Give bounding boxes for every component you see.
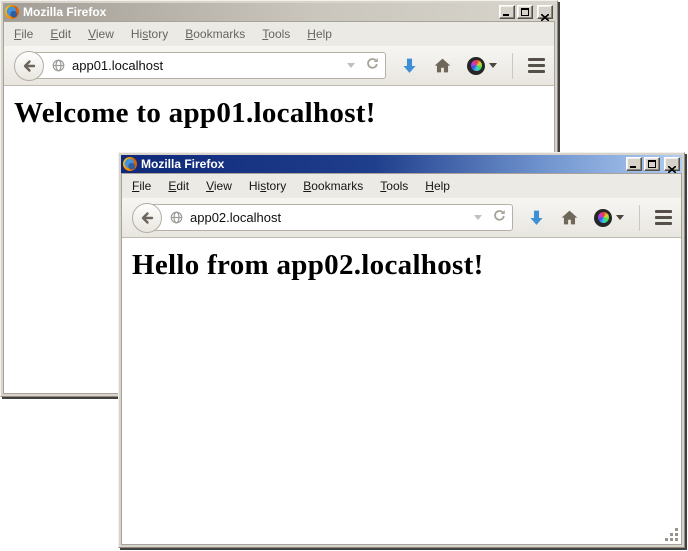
addon-caret-icon bbox=[489, 63, 497, 68]
page-heading: Welcome to app01.localhost! bbox=[4, 97, 554, 130]
menu-item-tools[interactable]: Tools bbox=[262, 27, 290, 41]
home-icon bbox=[433, 57, 452, 74]
download-icon bbox=[401, 57, 418, 75]
menu-item-history[interactable]: History bbox=[249, 179, 286, 193]
addon-button[interactable] bbox=[594, 209, 624, 227]
toolbar-separator bbox=[639, 205, 640, 231]
close-icon bbox=[541, 9, 549, 24]
addon-caret-icon bbox=[616, 215, 624, 220]
minimize-icon bbox=[503, 14, 509, 16]
menu-item-file[interactable]: File bbox=[14, 27, 33, 41]
window-title: Mozilla Firefox bbox=[141, 157, 622, 171]
menu-item-view[interactable]: View bbox=[88, 27, 114, 41]
maximize-button[interactable] bbox=[517, 5, 533, 19]
reload-button[interactable] bbox=[492, 208, 507, 228]
url-dropdown-icon[interactable] bbox=[347, 63, 355, 68]
download-icon bbox=[528, 209, 545, 227]
toolbar-separator bbox=[512, 53, 513, 79]
url-dropdown-icon[interactable] bbox=[474, 215, 482, 220]
url-bar[interactable]: app02.localhost bbox=[147, 204, 513, 231]
browser-window-app02: Mozilla Firefox File Edit View History Bookm… bbox=[118, 152, 685, 548]
minimize-icon bbox=[630, 166, 636, 168]
url-bar[interactable]: app01.localhost bbox=[29, 52, 386, 79]
menu-item-edit[interactable]: Edit bbox=[168, 179, 189, 193]
back-arrow-icon bbox=[21, 58, 37, 74]
reload-button[interactable] bbox=[365, 56, 380, 76]
maximize-icon bbox=[521, 8, 529, 16]
page-heading: Hello from app02.localhost! bbox=[122, 249, 681, 282]
back-button[interactable] bbox=[132, 203, 162, 233]
color-wheel-icon bbox=[467, 57, 485, 75]
close-icon bbox=[668, 161, 676, 176]
titlebar[interactable]: Mozilla Firefox bbox=[121, 155, 682, 173]
home-button[interactable] bbox=[560, 209, 579, 226]
home-button[interactable] bbox=[433, 57, 452, 74]
navigation-toolbar: app02.localhost bbox=[122, 198, 681, 238]
home-icon bbox=[560, 209, 579, 226]
maximize-icon bbox=[648, 160, 656, 168]
menu-item-view[interactable]: View bbox=[206, 179, 232, 193]
globe-icon[interactable] bbox=[51, 58, 66, 73]
back-arrow-icon bbox=[139, 210, 155, 226]
globe-icon[interactable] bbox=[169, 210, 184, 225]
url-input[interactable]: app01.localhost bbox=[72, 58, 341, 73]
menu-item-bookmarks[interactable]: Bookmarks bbox=[303, 179, 363, 193]
maximize-button[interactable] bbox=[644, 157, 660, 171]
menu-item-file[interactable]: File bbox=[132, 179, 151, 193]
back-button[interactable] bbox=[14, 51, 44, 81]
menu-item-history[interactable]: History bbox=[131, 27, 168, 41]
window-title: Mozilla Firefox bbox=[23, 5, 495, 19]
window-controls bbox=[626, 157, 680, 171]
download-button[interactable] bbox=[401, 57, 418, 75]
menu-bar: File Edit View History Bookmarks Tools Help bbox=[4, 22, 554, 46]
url-input[interactable]: app02.localhost bbox=[190, 210, 468, 225]
color-wheel-icon bbox=[594, 209, 612, 227]
close-button[interactable] bbox=[664, 157, 680, 171]
resize-grip[interactable] bbox=[665, 528, 679, 542]
download-button[interactable] bbox=[528, 209, 545, 227]
minimize-button[interactable] bbox=[499, 5, 515, 19]
navigation-toolbar: app01.localhost bbox=[4, 46, 554, 86]
app-menu-button[interactable] bbox=[528, 58, 545, 73]
menu-item-help[interactable]: Help bbox=[425, 179, 450, 193]
minimize-button[interactable] bbox=[626, 157, 642, 171]
addon-button[interactable] bbox=[467, 57, 497, 75]
firefox-icon[interactable] bbox=[5, 5, 19, 19]
page-content: Hello from app02.localhost! bbox=[122, 238, 681, 544]
close-button[interactable] bbox=[537, 5, 553, 19]
menu-item-help[interactable]: Help bbox=[307, 27, 332, 41]
firefox-icon[interactable] bbox=[123, 157, 137, 171]
app-menu-button[interactable] bbox=[655, 210, 672, 225]
menu-item-bookmarks[interactable]: Bookmarks bbox=[185, 27, 245, 41]
window-controls bbox=[499, 5, 553, 19]
titlebar[interactable]: Mozilla Firefox bbox=[3, 3, 555, 21]
menu-item-tools[interactable]: Tools bbox=[380, 179, 408, 193]
menu-item-edit[interactable]: Edit bbox=[50, 27, 71, 41]
menu-bar: File Edit View History Bookmarks Tools Help bbox=[122, 174, 681, 198]
